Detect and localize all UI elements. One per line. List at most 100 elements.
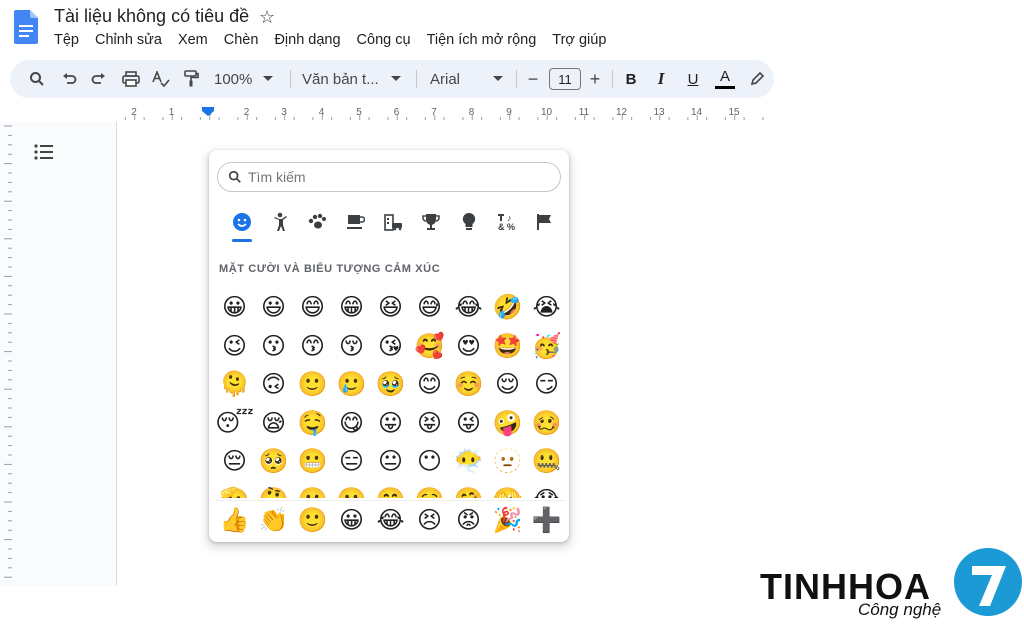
emoji-button[interactable]: 😐 [371, 442, 410, 481]
emoji-button[interactable]: 🤐 [527, 442, 565, 481]
bold-button[interactable]: B [622, 60, 640, 98]
emoji-button[interactable]: 😘 [371, 327, 410, 366]
search-menus-icon[interactable] [26, 60, 48, 98]
tab-travel-places[interactable] [374, 212, 412, 240]
emoji-button[interactable]: 😛 [371, 404, 410, 443]
menu-view[interactable]: Xem [178, 32, 216, 48]
tab-activities[interactable] [412, 212, 450, 240]
emoji-button[interactable]: 😭 [527, 288, 565, 327]
tab-objects[interactable] [450, 212, 488, 240]
paragraph-style-select[interactable]: Văn bản t... [302, 60, 388, 98]
recent-emoji-button[interactable]: 👏 [254, 501, 293, 539]
emoji-button[interactable]: 😃 [254, 288, 293, 327]
text-color-button[interactable]: A [714, 60, 736, 98]
emoji-button[interactable]: 😊 [410, 365, 449, 404]
emoji-button[interactable]: 😄 [293, 288, 332, 327]
horizontal-ruler[interactable]: 21123456789101112131415 [0, 102, 774, 122]
tab-smileys-emotion[interactable] [223, 212, 261, 242]
emoji-button[interactable]: 😙 [293, 327, 332, 366]
menu-edit[interactable]: Chỉnh sửa [95, 32, 170, 48]
emoji-button[interactable]: 🙃 [254, 365, 293, 404]
spellcheck-icon[interactable] [150, 60, 172, 98]
document-title[interactable]: Tài liệu không có tiêu đề [54, 6, 249, 27]
emoji-button[interactable]: 🤤 [293, 404, 332, 443]
emoji-button[interactable]: 😀 [215, 288, 254, 327]
emoji-search-box[interactable] [217, 162, 561, 192]
vertical-ruler[interactable] [0, 122, 12, 586]
emoji-button[interactable]: 😬 [293, 442, 332, 481]
emoji-button[interactable]: 😶 [410, 442, 449, 481]
recent-emoji-button[interactable]: 🙂 [293, 501, 332, 539]
menu-file[interactable]: Tệp [54, 32, 87, 48]
recent-emoji-button[interactable]: ➕ [527, 501, 566, 539]
emoji-button[interactable]: 😶‍🌫️ [449, 442, 488, 481]
docs-logo-icon[interactable] [14, 10, 38, 44]
zoom-select[interactable]: 100% [214, 60, 254, 98]
style-dropdown-icon[interactable] [388, 60, 404, 98]
emoji-button[interactable]: 😉 [215, 327, 254, 366]
emoji-button[interactable]: 🫣 [488, 481, 527, 499]
emoji-search-input[interactable] [248, 169, 538, 185]
menu-tools[interactable]: Công cụ [357, 32, 419, 48]
tab-symbols[interactable]: ♪ &% [487, 212, 525, 240]
emoji-button[interactable]: 🤫 [293, 481, 332, 499]
undo-icon[interactable] [58, 60, 80, 98]
emoji-button[interactable]: 😁 [332, 288, 371, 327]
emoji-button[interactable]: 🥳 [527, 327, 565, 366]
increase-font-size-button[interactable]: + [586, 60, 604, 98]
emoji-button[interactable]: 🥹 [371, 365, 410, 404]
emoji-button[interactable]: 🥰 [410, 327, 449, 366]
menu-insert[interactable]: Chèn [224, 32, 267, 48]
emoji-button[interactable]: 😜 [449, 404, 488, 443]
recent-emoji-button[interactable]: 😣 [410, 501, 449, 539]
paint-format-icon[interactable] [180, 60, 202, 98]
font-size-input[interactable]: 11 [549, 68, 581, 90]
emoji-button[interactable]: 🤔 [254, 481, 293, 499]
recent-emoji-button[interactable]: 👍 [215, 501, 254, 539]
zoom-dropdown-icon[interactable] [260, 60, 276, 98]
document-outline-icon[interactable] [34, 143, 54, 161]
emoji-button[interactable]: 🫢 [332, 481, 371, 499]
italic-button[interactable]: I [652, 60, 670, 98]
recent-emoji-button[interactable]: 🎉 [488, 501, 527, 539]
emoji-button[interactable]: 🤪 [488, 404, 527, 443]
emoji-button[interactable]: 😝 [410, 404, 449, 443]
emoji-button[interactable]: 🥴 [527, 404, 565, 443]
menu-help[interactable]: Trợ giúp [552, 32, 614, 48]
emoji-button[interactable]: 😋 [332, 404, 371, 443]
underline-button[interactable]: U [684, 60, 702, 98]
menu-extensions[interactable]: Tiện ích mở rộng [427, 32, 545, 48]
tab-animals-nature[interactable] [299, 212, 337, 240]
font-select[interactable]: Arial [430, 60, 490, 98]
star-icon[interactable]: ☆ [259, 7, 275, 28]
recent-emoji-button[interactable]: 😡 [449, 501, 488, 539]
emoji-button[interactable]: 🫠 [215, 365, 254, 404]
emoji-button[interactable]: 😴 [215, 404, 254, 443]
emoji-button[interactable]: 🤣 [488, 288, 527, 327]
emoji-button[interactable]: 😅 [410, 288, 449, 327]
emoji-button[interactable]: 🥺 [254, 442, 293, 481]
emoji-button[interactable]: 🥲 [332, 365, 371, 404]
emoji-button[interactable]: 🤭 [371, 481, 410, 499]
tab-people-body[interactable] [261, 212, 299, 240]
emoji-button[interactable]: 😌 [488, 365, 527, 404]
emoji-button[interactable]: 🥱 [410, 481, 449, 499]
emoji-button[interactable]: 😍 [449, 327, 488, 366]
emoji-button[interactable]: 😚 [332, 327, 371, 366]
tab-food-drink[interactable] [336, 212, 374, 240]
emoji-button[interactable]: 🙂 [293, 365, 332, 404]
emoji-button[interactable]: 😑 [332, 442, 371, 481]
redo-icon[interactable] [88, 60, 110, 98]
recent-emoji-button[interactable]: 😂 [371, 501, 410, 539]
emoji-button[interactable]: ☺️ [449, 365, 488, 404]
emoji-button[interactable]: 🤩 [488, 327, 527, 366]
emoji-button[interactable]: 😗 [254, 327, 293, 366]
emoji-button[interactable]: 😆 [371, 288, 410, 327]
emoji-button[interactable]: 😔 [215, 442, 254, 481]
emoji-button[interactable]: 😂 [449, 288, 488, 327]
decrease-font-size-button[interactable]: − [524, 60, 542, 98]
print-icon[interactable] [120, 60, 142, 98]
emoji-button[interactable]: 🫡 [215, 481, 254, 499]
emoji-button[interactable]: 🫥 [488, 442, 527, 481]
tab-flags[interactable] [525, 212, 563, 240]
